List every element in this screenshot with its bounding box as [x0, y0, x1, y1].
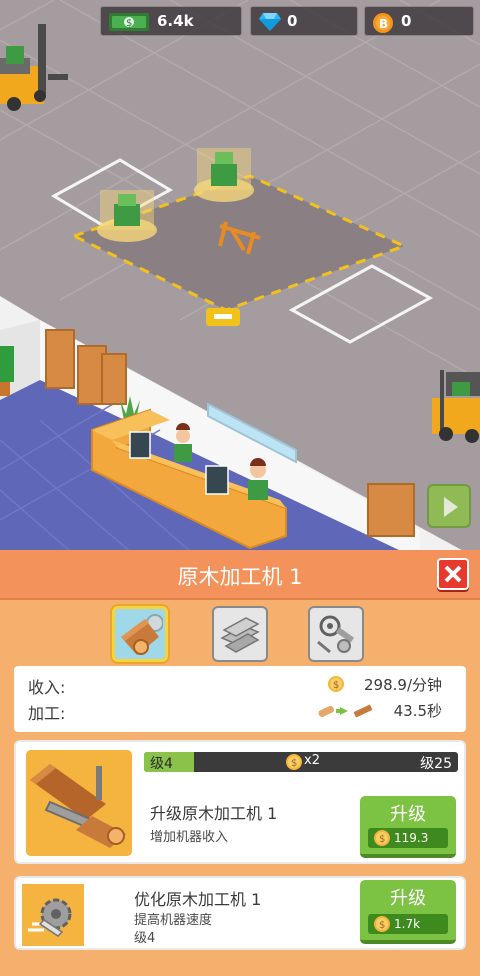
level-progress-bar: 级4 $ x2 级25 [144, 752, 458, 772]
next-area-button[interactable] [427, 484, 471, 528]
svg-text:$: $ [333, 680, 339, 691]
optimize-subtitle: 提高机器速度 [134, 913, 213, 928]
svg-text:$: $ [126, 18, 132, 29]
svg-text:$: $ [379, 920, 385, 931]
optimize-price: $ 1.7k [368, 914, 448, 934]
upgrade-price-value: 119.3 [394, 831, 429, 845]
gem-value: 0 [287, 12, 298, 30]
svg-text:$: $ [291, 758, 297, 769]
machine-stats: 收入: $ 298.9/分钟 加工: 43.5秒 [14, 666, 466, 732]
income-label: 收入: [28, 678, 66, 697]
upgrade-button-label: 升级 [390, 804, 426, 825]
coin-counter[interactable]: B 0 [364, 6, 474, 36]
target-level: 级25 [420, 756, 452, 772]
process-value: 43.5秒 [393, 702, 442, 720]
factory-scene [0, 0, 480, 550]
process-label: 加工: [28, 704, 66, 723]
svg-text:$: $ [379, 834, 385, 845]
panel-header: 原木加工机 1 [0, 550, 480, 600]
gem-counter[interactable]: 0 [250, 6, 358, 36]
income-value: 298.9/分钟 [364, 676, 442, 694]
tab-log-machine[interactable] [112, 606, 168, 662]
tab-plank-machine[interactable] [212, 606, 268, 662]
currency-bar: $ 6.4k 0 B 0 [0, 6, 480, 38]
tab-tool-machine[interactable] [308, 606, 364, 662]
machine-panel: 原木加工机 1 收入: $ 298.9/分钟 加工: 43.5秒 级4 $ x2… [0, 550, 480, 976]
optimize-title: 优化原木加工机 1 [134, 890, 262, 909]
panel-title: 原木加工机 1 [177, 565, 303, 589]
optimize-machine-card: 优化原木加工机 1 提高机器速度 级4 升级 $ 1.7k [14, 876, 466, 950]
optimize-speed-button[interactable]: 升级 $ 1.7k [360, 880, 456, 944]
income-multiplier: x2 [304, 753, 320, 768]
optimize-level: 级4 [134, 931, 156, 946]
machine-tabs [0, 600, 480, 666]
tools-icon [317, 615, 355, 654]
cash-counter[interactable]: $ 6.4k [100, 6, 242, 36]
coin-icon: $ [374, 830, 390, 846]
coin-icon: $ [286, 754, 302, 772]
upgrade-income-button[interactable]: 升级 $ 119.3 [360, 796, 456, 858]
svg-text:B: B [379, 17, 388, 31]
speed-gear-image [22, 884, 84, 946]
log-machine-image [26, 750, 132, 856]
log-machine-icon [26, 750, 132, 856]
current-level: 级4 [150, 756, 173, 772]
upgrade-title: 升级原木加工机 1 [150, 804, 278, 823]
close-button[interactable] [437, 558, 469, 590]
upgrade-price: $ 119.3 [368, 828, 448, 848]
coin-value: 0 [401, 12, 412, 30]
arrow-right-icon [444, 497, 458, 517]
optimize-button-label: 升级 [390, 888, 426, 909]
log-saw-icon [119, 613, 163, 657]
optimize-price-value: 1.7k [394, 917, 421, 931]
coin-icon: $ [374, 916, 390, 932]
upgrade-machine-card: 级4 $ x2 级25 升级原木加工机 1 增加机器收入 升级 $ 119.3 [14, 740, 466, 864]
speed-gear-icon [22, 884, 84, 946]
log-to-plank-icon [318, 702, 374, 724]
planks-icon [220, 617, 260, 653]
cash-value: 6.4k [157, 12, 194, 30]
upgrade-subtitle: 增加机器收入 [150, 830, 229, 845]
coin-icon: $ [328, 676, 344, 696]
game-world[interactable]: $ 6.4k 0 B 0 [0, 0, 480, 550]
close-icon [444, 565, 462, 583]
